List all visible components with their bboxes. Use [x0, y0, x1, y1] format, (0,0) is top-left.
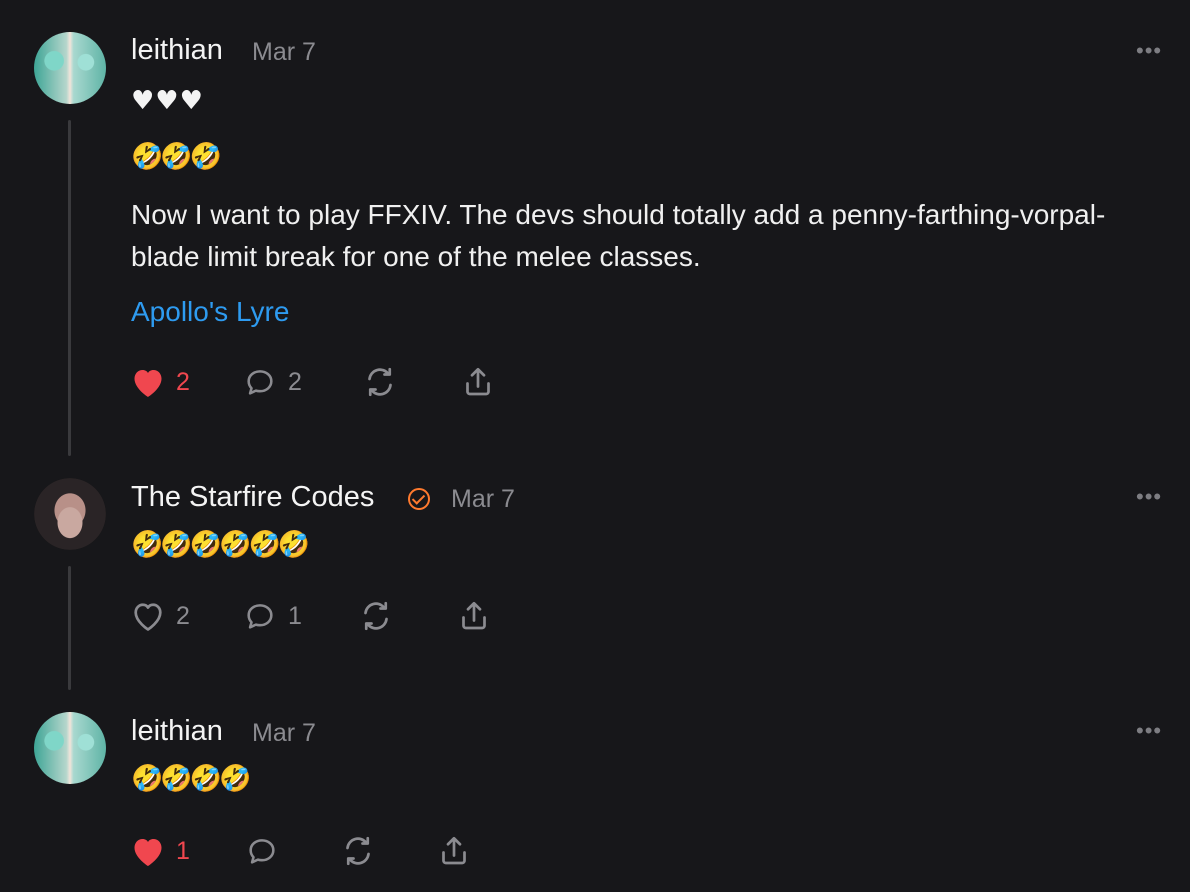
more-options-icon[interactable]: •••	[1136, 484, 1162, 510]
like-count: 2	[176, 367, 190, 396]
refresh-icon	[346, 836, 370, 866]
restack-button[interactable]	[358, 598, 394, 634]
comment-date[interactable]: Mar 7	[252, 719, 316, 748]
share-button[interactable]	[436, 833, 472, 869]
refresh-icon	[364, 601, 388, 631]
refresh-icon	[368, 367, 392, 397]
heart-outline-icon	[134, 603, 162, 631]
hearts-line: ♥♥♥	[131, 86, 204, 116]
share-icon	[466, 367, 490, 396]
avatar[interactable]	[34, 712, 106, 784]
comment-date[interactable]: Mar 7	[451, 485, 515, 514]
like-count: 1	[176, 836, 190, 865]
restack-button[interactable]	[340, 833, 376, 869]
reply-button[interactable]	[244, 833, 280, 869]
avatar[interactable]	[34, 32, 106, 104]
reply-button[interactable]: 1	[242, 598, 302, 634]
reply-count: 1	[288, 601, 302, 630]
share-icon	[462, 601, 486, 630]
like-button[interactable]: 2	[130, 598, 190, 634]
reply-count: 2	[288, 367, 302, 396]
speech-bubble-icon	[247, 604, 273, 629]
heart-filled-icon	[134, 839, 162, 866]
speech-bubble-icon	[247, 370, 273, 395]
author-name[interactable]: leithian	[131, 715, 223, 748]
like-count: 2	[176, 601, 190, 630]
reply-button[interactable]: 2	[242, 364, 302, 400]
comment-date[interactable]: Mar 7	[252, 38, 316, 67]
heart-filled-icon	[134, 370, 162, 397]
comment-text: Now I want to play FFXIV. The devs shoul…	[131, 199, 1106, 272]
speech-bubble-icon	[249, 839, 275, 864]
more-options-icon[interactable]: •••	[1136, 38, 1162, 64]
thread-line	[68, 566, 71, 690]
author-name[interactable]: leithian	[131, 34, 223, 67]
share-icon	[442, 836, 466, 865]
emoji-line: 🤣🤣🤣🤣	[131, 764, 251, 794]
more-options-icon[interactable]: •••	[1136, 718, 1162, 744]
avatar[interactable]	[34, 478, 106, 550]
share-button[interactable]	[460, 364, 496, 400]
post-link[interactable]: Apollo's Lyre	[131, 296, 289, 328]
verified-badge-icon	[408, 488, 430, 510]
thread-line	[68, 120, 71, 456]
emoji-line: 🤣🤣🤣🤣🤣🤣	[131, 530, 310, 560]
like-button[interactable]: 2	[130, 364, 190, 400]
share-button[interactable]	[456, 598, 492, 634]
like-button[interactable]: 1	[130, 833, 190, 869]
author-name[interactable]: The Starfire Codes	[131, 481, 374, 514]
emoji-line: 🤣🤣🤣	[131, 142, 222, 172]
restack-button[interactable]	[362, 364, 398, 400]
